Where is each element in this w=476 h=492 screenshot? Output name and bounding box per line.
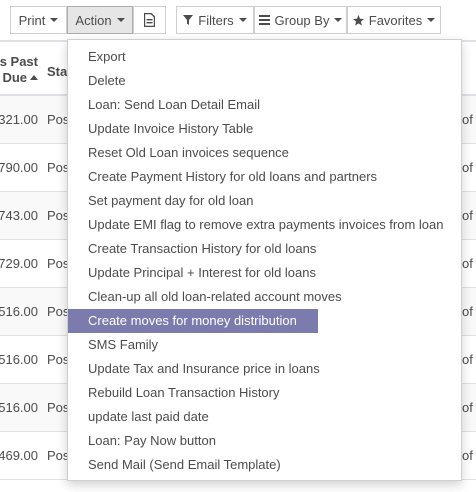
action-label: Action (75, 12, 112, 28)
cell-amount-past-due: 729.00 (0, 256, 38, 271)
cell-amount-past-due: 790.00 (0, 160, 38, 175)
action-menu-item[interactable]: Set payment day for old loan (68, 189, 461, 213)
action-menu-item[interactable]: Create moves for money distribution (68, 309, 318, 333)
sort-ascending-icon (30, 75, 38, 80)
action-menu-item[interactable]: Delete (68, 69, 461, 93)
cell-amount-past-due: 743.00 (0, 208, 38, 223)
cell-amount-past-due: 469.00 (0, 448, 38, 463)
cell-amount-past-due: 516.00 (0, 352, 38, 367)
action-menu-item[interactable]: Update Tax and Insurance price in loans (68, 357, 461, 381)
caret-down-icon (116, 18, 125, 22)
column-header-label: s Past Due (0, 54, 38, 85)
action-menu-item[interactable]: Loan: Pay Now button (68, 429, 461, 453)
cell-installments: of 5 (462, 352, 476, 367)
caret-down-icon (50, 18, 59, 22)
print-label: Print (18, 12, 46, 28)
favorites-label: Favorites (368, 12, 423, 28)
filters-label: Filters (198, 12, 234, 28)
column-header-amount-past-due[interactable]: s Past Due (0, 54, 38, 86)
cell-installments: of 4 (462, 160, 476, 175)
action-menu-item[interactable]: update last paid date (68, 405, 461, 429)
action-menu-item[interactable]: Create Transaction History for old loans (68, 237, 461, 261)
action-menu-item[interactable]: Reset Old Loan invoices sequence (68, 141, 461, 165)
caret-down-icon (427, 18, 436, 22)
action-menu-item[interactable]: Send Mail (Send Email Template) (68, 453, 461, 477)
group-by-button[interactable]: Group By (254, 6, 347, 34)
column-header-status[interactable]: Sta (47, 64, 67, 79)
action-menu-item[interactable]: Loan: Send Loan Detail Email (68, 93, 461, 117)
file-icon (144, 13, 155, 27)
cell-installments: of 5 (462, 448, 476, 463)
cell-amount-past-due: 321.00 (0, 112, 38, 127)
action-menu-list: Export Delete Loan: Send Loan Detail Email… (68, 45, 461, 477)
favorites-button[interactable]: Favorites (347, 6, 441, 34)
action-menu-item[interactable]: SMS Family (68, 333, 461, 357)
star-icon (352, 14, 364, 26)
action-menu-item[interactable]: Create Payment History for old loans and… (68, 165, 461, 189)
list-icon (258, 15, 270, 25)
cell-installments: of 4 (462, 112, 476, 127)
caret-down-icon (238, 18, 247, 22)
cell-installments: of 5 (462, 208, 476, 223)
print-button[interactable]: Print (10, 6, 67, 34)
group-by-label: Group By (274, 12, 330, 28)
filter-icon (183, 15, 194, 25)
action-button[interactable]: Action (67, 6, 133, 34)
action-menu-item[interactable]: Update EMI flag to remove extra payments… (68, 213, 461, 237)
action-dropdown-menu: Export Delete Loan: Send Loan Detail Email… (67, 39, 462, 481)
action-menu-item[interactable]: Update Invoice History Table (68, 117, 461, 141)
cell-installments: of 5 (462, 304, 476, 319)
cell-amount-past-due: 516.00 (0, 400, 38, 415)
action-menu-item[interactable]: Clean-up all old loan-related account mo… (68, 285, 461, 309)
action-menu-item[interactable]: Export (68, 45, 461, 69)
cell-installments: of 5 (462, 400, 476, 415)
cell-amount-past-due: 516.00 (0, 304, 38, 319)
export-all-button[interactable] (133, 6, 166, 34)
control-panel-toolbar: Print Action Filters Group By Favorites (0, 0, 476, 40)
filters-button[interactable]: Filters (176, 6, 254, 34)
action-menu-item[interactable]: Rebuild Loan Transaction History (68, 381, 461, 405)
caret-down-icon (334, 18, 343, 22)
action-menu-item[interactable]: Update Principal + Interest for old loan… (68, 261, 461, 285)
cell-installments: of 5 (462, 256, 476, 271)
